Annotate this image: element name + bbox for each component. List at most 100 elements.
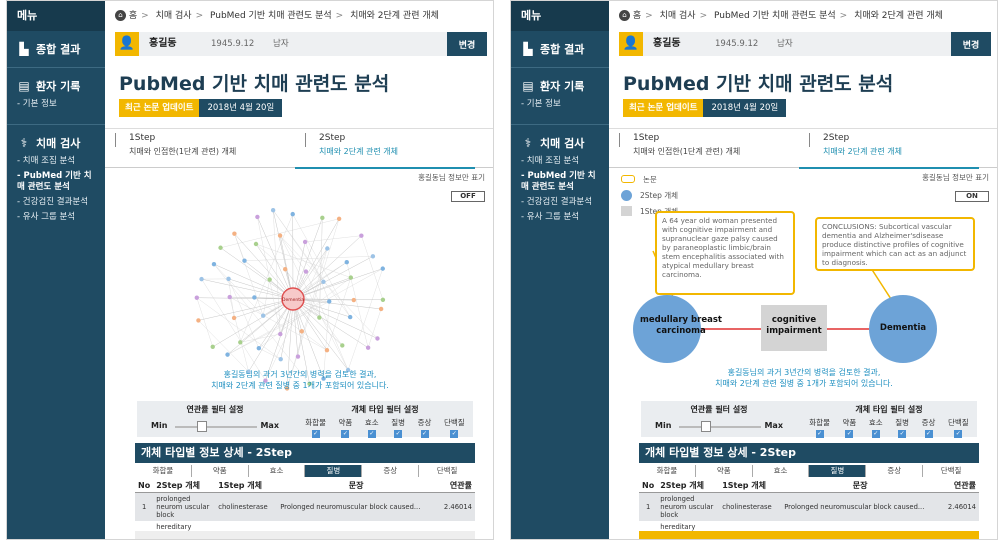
slider-track[interactable] [679,426,761,428]
graph-node [231,315,237,321]
slider-handle[interactable] [197,421,207,432]
type-filter-protein[interactable]: 단백질 ✓ [948,417,969,438]
nav-title-patient-record[interactable]: 환자 기록 [36,78,80,94]
type-filter-symptom[interactable]: 증상 ✓ [922,417,935,438]
nav-title-summary[interactable]: 종합 결과 [36,41,80,57]
nav-section-dementia-test: ⚕ 치매 검사 - 치매 조짐 분석 - PubMed 기반 치매 관련도 분석 … [7,125,105,237]
checkbox[interactable]: ✓ [311,430,320,438]
checkbox[interactable]: ✓ [341,430,350,438]
nav-section-patient-record: ▤ 환자 기록 - 기본 정보 [7,68,105,125]
toggle-label: 홍길동님 정보만 표기 [418,173,485,182]
tab-symptom[interactable]: 증상 [361,465,418,477]
col-relevance: 연관률 [435,479,475,493]
type-filter-protein[interactable]: 단백질 ✓ [444,417,465,438]
graph-node [225,352,230,357]
tab-protein[interactable]: 단백질 [418,465,475,477]
breadcrumb-item[interactable]: PubMed 기반 치매 관련도 분석 [714,11,836,21]
tab-disease[interactable]: 질병 [808,465,866,477]
sidebar-item-health-checkup[interactable]: - 건강검진 결과분석 [521,197,601,208]
checkbox[interactable]: ✓ [845,430,854,438]
node-label-left[interactable]: medullary breast carcinoma [639,315,723,337]
sentence-box-left[interactable]: A 64 year old woman presented with cogni… [655,211,795,295]
type-filter-drug[interactable]: 약품 ✓ [339,417,352,438]
graph-node [277,233,283,238]
checkbox[interactable]: ✓ [450,430,459,438]
sentence-box-right[interactable]: CONCLUSIONS: Subcortical vascular dement… [815,217,975,271]
tab-enzyme[interactable]: 효소 [751,465,809,477]
tab-1step[interactable]: 1Step 치매와 인접한(1단계 관련) 개체 [609,129,789,169]
tab-symptom[interactable]: 증상 [865,465,922,477]
table-row[interactable]: 1 prolonged neurom uscular block choline… [135,492,475,521]
patient-name: 홍길동 [653,38,681,49]
type-filter-compound[interactable]: 화합물 ✓ [305,417,326,438]
checkbox[interactable]: ✓ [815,430,824,438]
type-filter-disease[interactable]: 질병 ✓ [391,417,405,438]
type-filter-symptom[interactable]: 증상 ✓ [418,417,431,438]
network-graph[interactable]: Dementia [105,169,494,401]
type-filter-disease[interactable]: 질병 ✓ [895,417,909,438]
sidebar-item-basic-info[interactable]: - 기본 정보 [17,99,97,110]
slider-handle[interactable] [701,421,711,432]
type-filter-drug[interactable]: 약품 ✓ [843,417,856,438]
nav-section-summary[interactable]: ▙ 종합 결과 [7,31,105,68]
table-row-partial[interactable] [135,531,475,539]
type-filter-compound[interactable]: 화합물 ✓ [809,417,830,438]
tab-compound[interactable]: 화합물 [135,465,191,477]
graph-node [325,246,330,251]
tab-drug[interactable]: 약품 [694,465,752,477]
sidebar-item-basic-info[interactable]: - 기본 정보 [521,99,601,110]
table-row[interactable]: 1 prolonged neurom uscular block choline… [639,492,979,521]
nav-title-summary[interactable]: 종합 결과 [540,41,584,57]
tab-disease[interactable]: 질병 [304,465,362,477]
checkbox[interactable]: ✓ [871,430,880,438]
table-row-selected[interactable] [639,531,979,539]
sidebar-item-pubmed-analysis[interactable]: - PubMed 기반 치매 관련도 분석 [17,171,97,193]
sidebar-item-similar-group[interactable]: - 유사 그룹 분석 [17,212,97,223]
home-icon[interactable]: ⌂ [619,10,630,21]
nav-title-dementia-test[interactable]: 치매 검사 [540,135,584,151]
graph-node [303,269,309,274]
tab-1step[interactable]: 1Step 치매와 인접한(1단계 관련) 개체 [105,129,285,169]
checkbox[interactable]: ✓ [954,430,963,438]
sidebar-item-health-checkup[interactable]: - 건강검진 결과분석 [17,197,97,208]
relevance-slider[interactable]: Min Max [655,421,783,433]
tab-enzyme[interactable]: 효소 [247,465,305,477]
change-patient-button[interactable]: 변경 [951,32,991,56]
breadcrumb-item[interactable]: 치매 검사 [156,11,192,21]
patient-bar: 👤 홍길동 1945.9.12 남자 변경 [115,32,487,56]
nav-title-dementia-test[interactable]: 치매 검사 [36,135,80,151]
nav-section-summary[interactable]: ▙ 종합 결과 [511,31,609,68]
change-patient-button[interactable]: 변경 [447,32,487,56]
sidebar-item-similar-group[interactable]: - 유사 그룹 분석 [521,212,601,223]
node-label-mid[interactable]: cognitive impairment [761,315,827,337]
node-label-right[interactable]: Dementia [869,323,937,334]
breadcrumb-item[interactable]: 홈 [633,11,641,21]
checkbox[interactable]: ✓ [898,430,907,438]
type-filter-enzyme[interactable]: 효소 ✓ [869,417,883,438]
menu-header: 메뉴 [511,1,609,31]
patient-sex: 남자 [777,39,793,49]
checkbox[interactable]: ✓ [394,430,403,438]
checkbox[interactable]: ✓ [367,430,376,438]
checkbox[interactable]: ✓ [924,430,933,438]
tab-2step[interactable]: 2Step 치매와 2단계 관련 개체 [295,129,475,169]
breadcrumb-item[interactable]: 치매 검사 [660,11,696,21]
sidebar-item-pubmed-analysis[interactable]: - PubMed 기반 치매 관련도 분석 [521,171,601,193]
col-sentence: 문장 [277,479,435,493]
sidebar-item-dementia-signs[interactable]: - 치매 조짐 분석 [17,156,97,167]
breadcrumb-item[interactable]: PubMed 기반 치매 관련도 분석 [210,11,332,21]
sidebar-item-dementia-signs[interactable]: - 치매 조짐 분석 [521,156,601,167]
type-filter-enzyme[interactable]: 효소 ✓ [365,417,379,438]
nav-title-patient-record[interactable]: 환자 기록 [540,78,584,94]
slider-track[interactable] [175,426,257,428]
patient-only-toggle[interactable]: OFF [451,191,485,202]
graph-node [320,215,325,221]
tab-drug[interactable]: 약품 [190,465,248,477]
relevance-slider[interactable]: Min Max [151,421,279,433]
checkbox[interactable]: ✓ [420,430,429,438]
tab-compound[interactable]: 화합물 [639,465,695,477]
tab-2step[interactable]: 2Step 치매와 2단계 관련 개체 [799,129,979,169]
tab-protein[interactable]: 단백질 [922,465,979,477]
breadcrumb-item[interactable]: 홈 [129,11,137,21]
home-icon[interactable]: ⌂ [115,10,126,21]
